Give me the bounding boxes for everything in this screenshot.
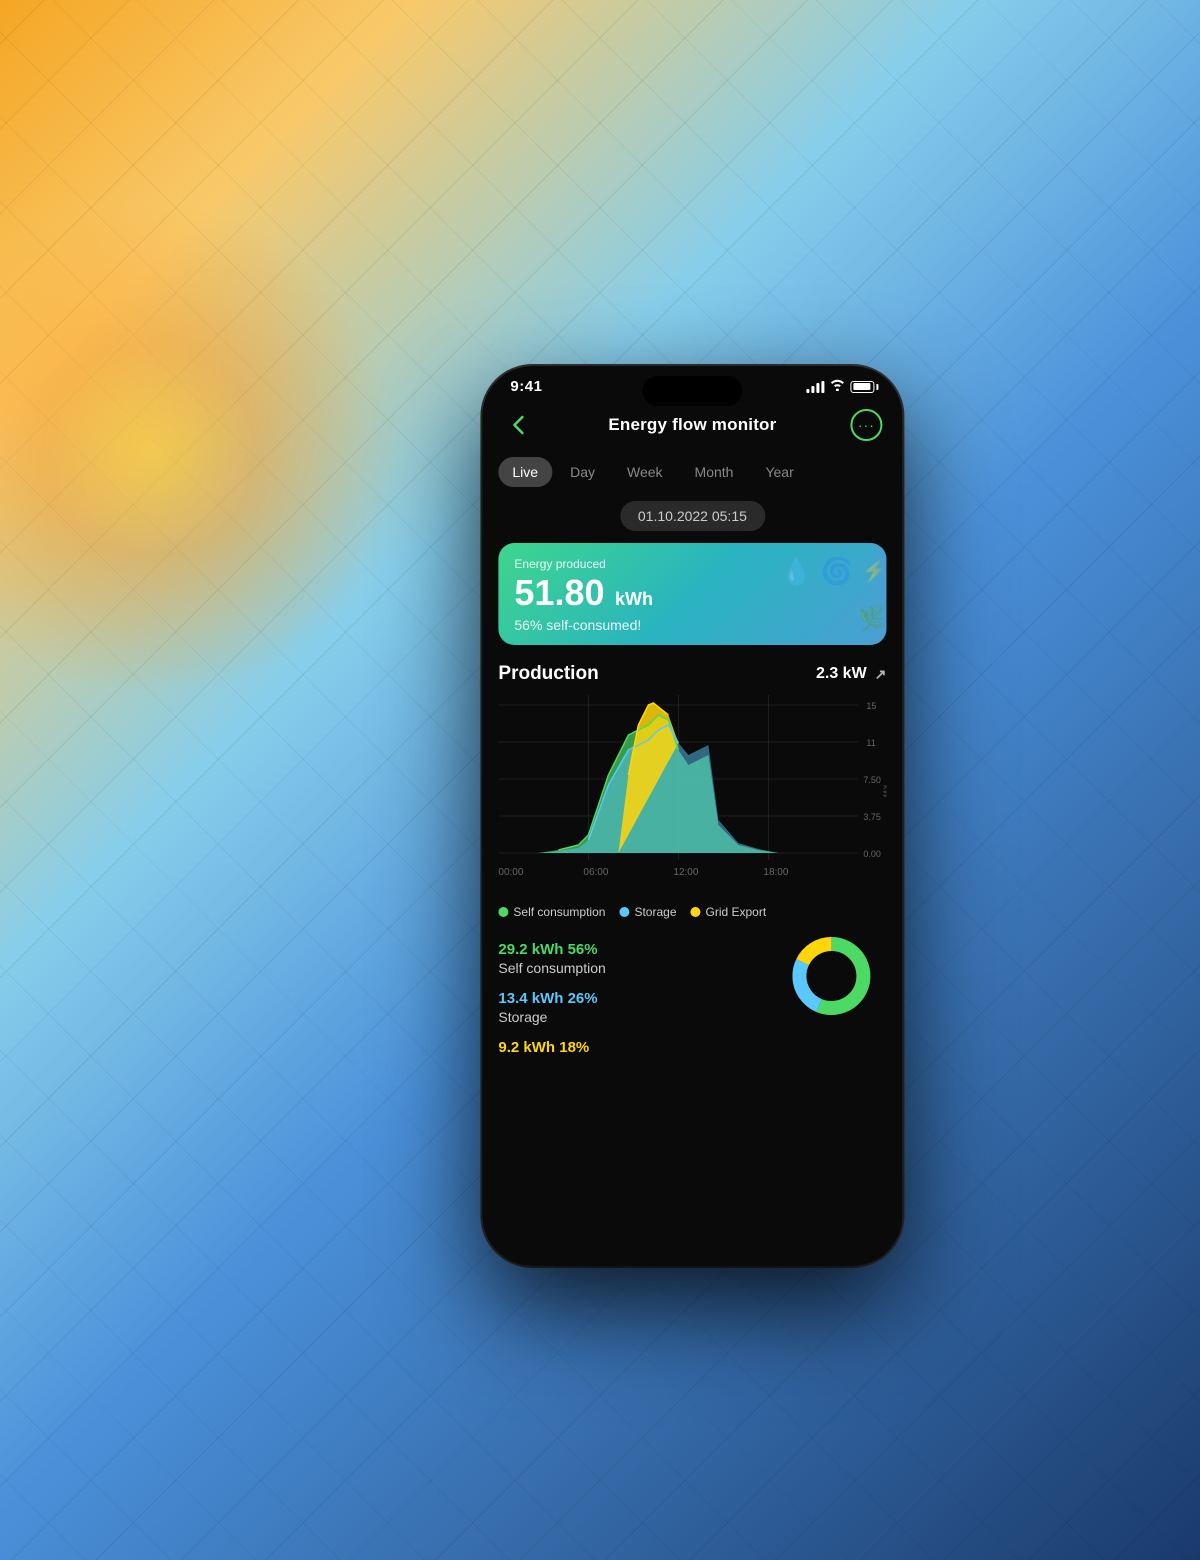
donut-chart-container [786, 931, 876, 1026]
legend-dot-yellow [690, 907, 700, 917]
stat-label-self-consumption: Self consumption [498, 960, 605, 976]
wind-turbine-icon: 🌀 [821, 556, 853, 587]
stats-section: 29.2 kWh 56% Self consumption 13.4 kWh 2… [482, 931, 902, 1056]
stat-label-storage: Storage [498, 1009, 597, 1025]
dynamic-island [642, 376, 742, 406]
energy-card-side-strip [874, 543, 886, 645]
kw-axis-label: kW [881, 785, 886, 799]
stat-value-grid-export: 9.2 kWh 18% [498, 1039, 589, 1056]
donut-chart-svg [786, 931, 876, 1021]
legend-label-grid-export: Grid Export [705, 905, 766, 919]
production-chart[interactable]: 00:00 06:00 12:00 18:00 15 11 7.50 3.75 … [498, 695, 886, 895]
menu-button[interactable]: ··· [850, 409, 882, 441]
date-pill[interactable]: 01.10.2022 05:15 [620, 501, 765, 531]
chart-svg: 00:00 06:00 12:00 18:00 15 11 7.50 3.75 … [498, 695, 886, 895]
tab-year[interactable]: Year [751, 457, 807, 487]
production-value: 2.3 kW [816, 665, 867, 683]
tab-week[interactable]: Week [613, 457, 677, 487]
y-label-750: 7.50 [863, 775, 881, 785]
wifi-icon [829, 379, 845, 394]
more-icon: ··· [858, 418, 875, 432]
stat-row-grid-export: 9.2 kWh 18% [498, 1039, 886, 1056]
phone-wrapper: 9:41 [482, 366, 902, 1266]
y-label-15: 15 [866, 701, 876, 711]
x-label-2: 12:00 [673, 867, 698, 878]
energy-value: 51.80 [514, 572, 604, 613]
phone-device: 9:41 [482, 366, 902, 1266]
legend-storage: Storage [619, 905, 676, 919]
energy-unit: kWh [615, 589, 653, 609]
tab-bar: Live Day Week Month Year [482, 451, 902, 493]
stat-left-storage: 13.4 kWh 26% Storage [498, 990, 597, 1025]
nav-header: Energy flow monitor ··· [482, 401, 902, 451]
status-icons [806, 379, 874, 394]
legend-label-self-consumption: Self consumption [513, 905, 605, 919]
tab-month[interactable]: Month [681, 457, 748, 487]
legend-self-consumption: Self consumption [498, 905, 605, 919]
tab-live[interactable]: Live [498, 457, 552, 487]
page-title: Energy flow monitor [608, 415, 776, 435]
date-badge-container: 01.10.2022 05:15 [482, 493, 902, 543]
chart-legend: Self consumption Storage Grid Export [482, 895, 902, 931]
signal-icon [806, 381, 824, 393]
stat-left-grid-export: 9.2 kWh 18% [498, 1039, 589, 1056]
legend-grid-export: Grid Export [690, 905, 766, 919]
water-drop-icon: 💧 [780, 556, 812, 587]
legend-dot-green [498, 907, 508, 917]
y-label-11: 11 [866, 738, 875, 748]
x-label-1: 06:00 [583, 867, 608, 878]
production-header: Production 2.3 kW ↗ [482, 659, 902, 695]
legend-label-storage: Storage [634, 905, 676, 919]
stat-value-storage: 13.4 kWh 26% [498, 990, 597, 1007]
storage-area [498, 725, 858, 853]
stat-value-self-consumption: 29.2 kWh 56% [498, 941, 605, 958]
x-label-0: 00:00 [498, 867, 523, 878]
y-label-375: 3.75 [863, 812, 881, 822]
phone-screen: 9:41 [482, 366, 902, 1266]
stats-with-donut: 29.2 kWh 56% Self consumption 13.4 kWh 2… [498, 941, 886, 1056]
energy-card: 💧 🌀 ⚡ 🌿 Energy produced 51.80 kWh 56% se… [498, 543, 886, 645]
x-label-3: 18:00 [763, 867, 788, 878]
stat-left-self-consumption: 29.2 kWh 56% Self consumption [498, 941, 605, 976]
expand-icon[interactable]: ↗ [875, 666, 887, 683]
y-label-0: 0.00 [863, 849, 881, 859]
energy-card-bg-icons: 💧 🌀 ⚡ 🌿 [741, 543, 886, 645]
production-value-row: 2.3 kW ↗ [816, 665, 886, 683]
tab-day[interactable]: Day [556, 457, 609, 487]
back-button[interactable] [502, 409, 534, 441]
production-title: Production [498, 663, 598, 685]
battery-icon [850, 381, 874, 393]
legend-dot-blue [619, 907, 629, 917]
status-time: 9:41 [510, 378, 542, 395]
